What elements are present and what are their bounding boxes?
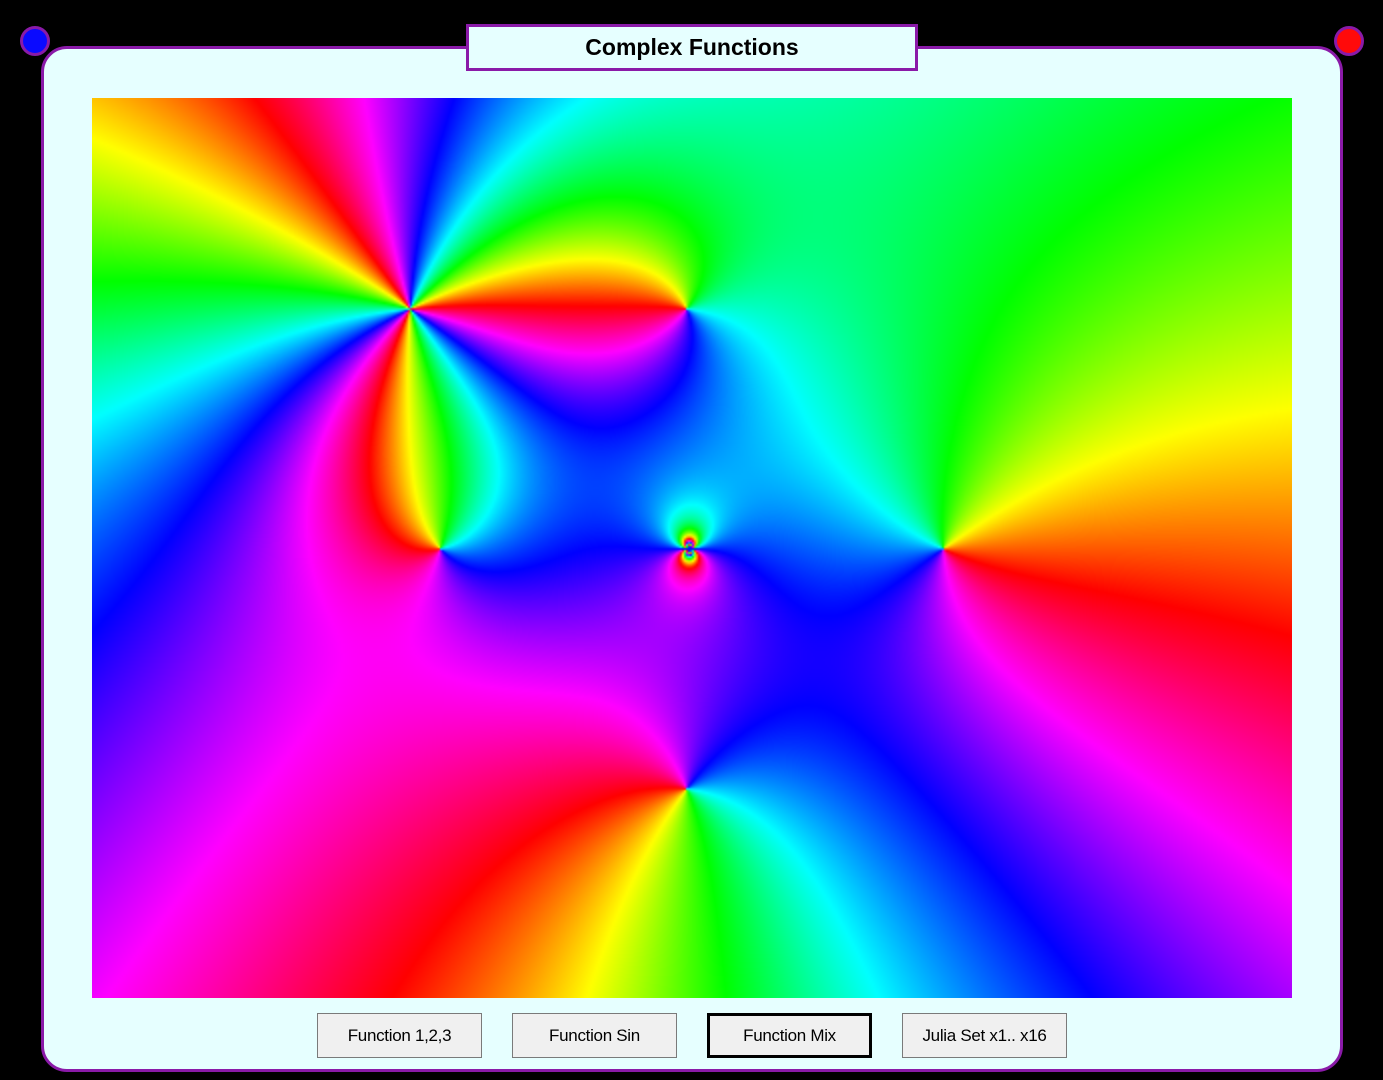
app-window: Complex Functions Function 1,2,3 Functio… (0, 0, 1383, 1080)
julia-set-button[interactable]: Julia Set x1.. x16 (902, 1013, 1067, 1058)
window-title: Complex Functions (466, 24, 918, 71)
function-123-button[interactable]: Function 1,2,3 (317, 1013, 482, 1058)
minimize-dot-icon[interactable] (20, 26, 50, 56)
function-sin-button[interactable]: Function Sin (512, 1013, 677, 1058)
button-bar: Function 1,2,3 Function Sin Function Mix… (0, 1013, 1383, 1058)
close-dot-icon[interactable] (1334, 26, 1364, 56)
complex-function-plot (92, 98, 1292, 998)
domain-coloring-canvas (92, 98, 1292, 998)
function-mix-button[interactable]: Function Mix (707, 1013, 872, 1058)
